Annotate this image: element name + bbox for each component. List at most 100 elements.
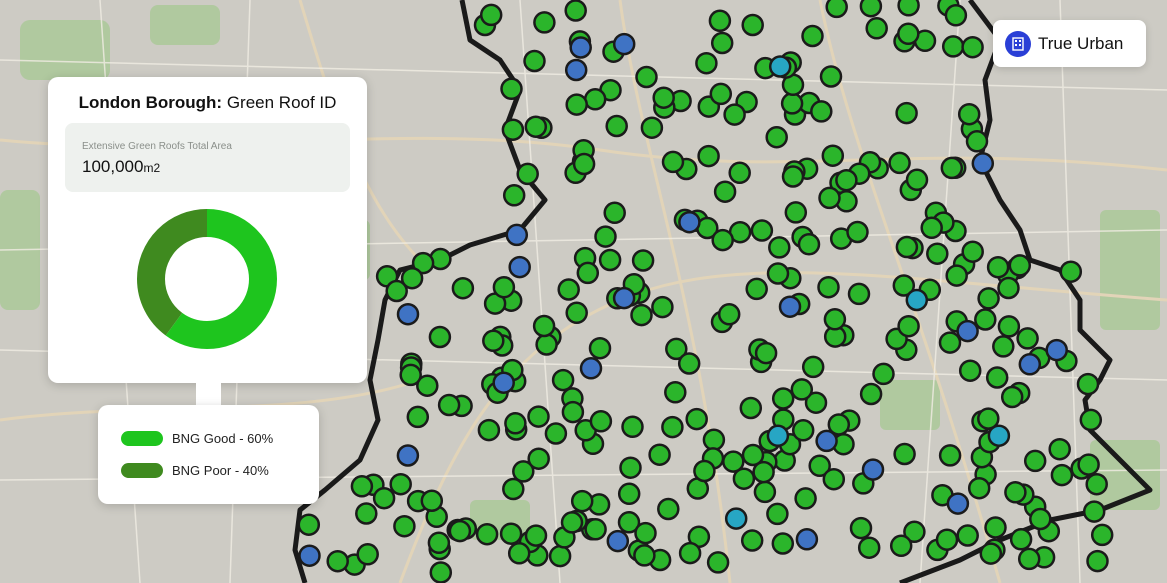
- green-roof-marker[interactable]: [652, 86, 675, 109]
- blue-roof-marker[interactable]: [861, 458, 885, 481]
- blue-roof-marker[interactable]: [1018, 353, 1042, 376]
- green-roof-marker[interactable]: [780, 92, 804, 115]
- green-roof-marker[interactable]: [821, 144, 845, 167]
- green-roof-marker[interactable]: [708, 9, 732, 33]
- green-roof-marker[interactable]: [974, 308, 997, 331]
- green-roof-marker[interactable]: [448, 519, 472, 543]
- green-roof-marker[interactable]: [524, 524, 548, 547]
- green-roof-marker[interactable]: [771, 387, 795, 410]
- green-roof-marker[interactable]: [685, 407, 708, 431]
- green-roof-marker[interactable]: [1079, 408, 1103, 432]
- green-roof-marker[interactable]: [888, 151, 911, 175]
- green-roof-marker[interactable]: [711, 228, 734, 252]
- cyan-roof-marker[interactable]: [987, 424, 1011, 447]
- green-roof-marker[interactable]: [1000, 385, 1024, 409]
- green-roof-marker[interactable]: [631, 249, 655, 272]
- green-roof-marker[interactable]: [657, 497, 680, 521]
- green-roof-marker[interactable]: [548, 544, 572, 568]
- green-roof-marker[interactable]: [710, 31, 734, 55]
- green-roof-marker[interactable]: [588, 336, 612, 360]
- green-roof-marker[interactable]: [630, 303, 653, 327]
- green-roof-marker[interactable]: [1086, 549, 1109, 573]
- green-roof-marker[interactable]: [822, 467, 846, 491]
- green-roof-marker[interactable]: [326, 549, 349, 573]
- green-roof-marker[interactable]: [372, 486, 396, 510]
- green-roof-marker[interactable]: [857, 536, 881, 559]
- green-roof-marker[interactable]: [859, 382, 883, 406]
- green-roof-marker[interactable]: [944, 4, 968, 27]
- green-roof-marker[interactable]: [617, 482, 641, 506]
- green-roof-marker[interactable]: [1085, 472, 1108, 496]
- green-roof-marker[interactable]: [752, 460, 775, 484]
- green-roof-marker[interactable]: [516, 162, 539, 186]
- green-roof-marker[interactable]: [572, 152, 596, 176]
- green-roof-marker[interactable]: [895, 235, 919, 259]
- green-roof-marker[interactable]: [697, 144, 720, 168]
- green-roof-marker[interactable]: [356, 543, 379, 566]
- green-roof-marker[interactable]: [661, 150, 685, 174]
- green-roof-marker[interactable]: [941, 35, 965, 58]
- green-roof-marker[interactable]: [477, 418, 501, 442]
- green-roof-marker[interactable]: [956, 524, 979, 547]
- green-roof-marker[interactable]: [945, 264, 968, 287]
- green-roof-marker[interactable]: [889, 534, 913, 558]
- green-roof-marker[interactable]: [713, 180, 737, 203]
- green-roof-marker[interactable]: [535, 333, 558, 356]
- green-roof-marker[interactable]: [504, 412, 527, 435]
- green-roof-marker[interactable]: [507, 542, 531, 565]
- green-roof-marker[interactable]: [920, 216, 943, 240]
- green-roof-marker[interactable]: [986, 255, 1010, 279]
- green-roof-marker[interactable]: [1050, 463, 1074, 487]
- green-roof-marker[interactable]: [897, 0, 920, 17]
- blue-roof-marker[interactable]: [815, 429, 838, 453]
- green-roof-marker[interactable]: [905, 168, 929, 192]
- green-roof-marker[interactable]: [825, 0, 848, 19]
- green-roof-marker[interactable]: [651, 295, 674, 319]
- green-roof-marker[interactable]: [551, 368, 575, 392]
- green-roof-marker[interactable]: [819, 65, 843, 88]
- green-roof-marker[interactable]: [702, 428, 726, 452]
- green-roof-marker[interactable]: [709, 82, 733, 106]
- green-roof-marker[interactable]: [499, 522, 523, 545]
- green-roof-marker[interactable]: [865, 17, 888, 40]
- green-roof-marker[interactable]: [965, 130, 989, 153]
- green-roof-marker[interactable]: [706, 551, 730, 574]
- green-roof-marker[interactable]: [635, 65, 658, 89]
- green-roof-marker[interactable]: [400, 266, 424, 290]
- green-roof-marker[interactable]: [740, 529, 764, 552]
- green-roof-marker[interactable]: [961, 240, 984, 263]
- green-roof-marker[interactable]: [633, 544, 656, 567]
- green-roof-marker[interactable]: [997, 276, 1020, 300]
- green-roof-marker[interactable]: [661, 415, 684, 439]
- green-roof-marker[interactable]: [717, 303, 741, 326]
- green-roof-marker[interactable]: [564, 0, 587, 22]
- green-roof-marker[interactable]: [1016, 327, 1039, 350]
- green-roof-marker[interactable]: [479, 3, 503, 27]
- green-roof-marker[interactable]: [938, 331, 962, 354]
- green-roof-marker[interactable]: [801, 24, 824, 48]
- green-roof-marker[interactable]: [527, 405, 550, 428]
- green-roof-marker[interactable]: [979, 542, 1003, 565]
- green-roof-marker[interactable]: [557, 278, 580, 301]
- green-roof-marker[interactable]: [801, 355, 825, 379]
- green-roof-marker[interactable]: [389, 472, 412, 496]
- blue-roof-marker[interactable]: [606, 529, 630, 553]
- green-roof-marker[interactable]: [589, 410, 613, 433]
- green-roof-marker[interactable]: [846, 220, 869, 244]
- green-roof-marker[interactable]: [297, 513, 321, 536]
- green-roof-marker[interactable]: [739, 396, 763, 420]
- green-roof-marker[interactable]: [781, 165, 805, 188]
- green-roof-marker[interactable]: [565, 301, 588, 325]
- cyan-roof-marker[interactable]: [724, 507, 748, 530]
- green-roof-marker[interactable]: [1004, 481, 1027, 504]
- blue-roof-marker[interactable]: [956, 319, 979, 343]
- green-roof-marker[interactable]: [492, 275, 516, 299]
- green-roof-marker[interactable]: [1076, 372, 1100, 396]
- blue-roof-marker[interactable]: [396, 302, 420, 326]
- green-roof-marker[interactable]: [527, 447, 550, 470]
- green-roof-marker[interactable]: [1017, 547, 1041, 571]
- blue-roof-marker[interactable]: [505, 223, 529, 247]
- blue-roof-marker[interactable]: [508, 255, 531, 279]
- blue-roof-marker[interactable]: [778, 295, 802, 318]
- green-roof-marker[interactable]: [594, 225, 617, 248]
